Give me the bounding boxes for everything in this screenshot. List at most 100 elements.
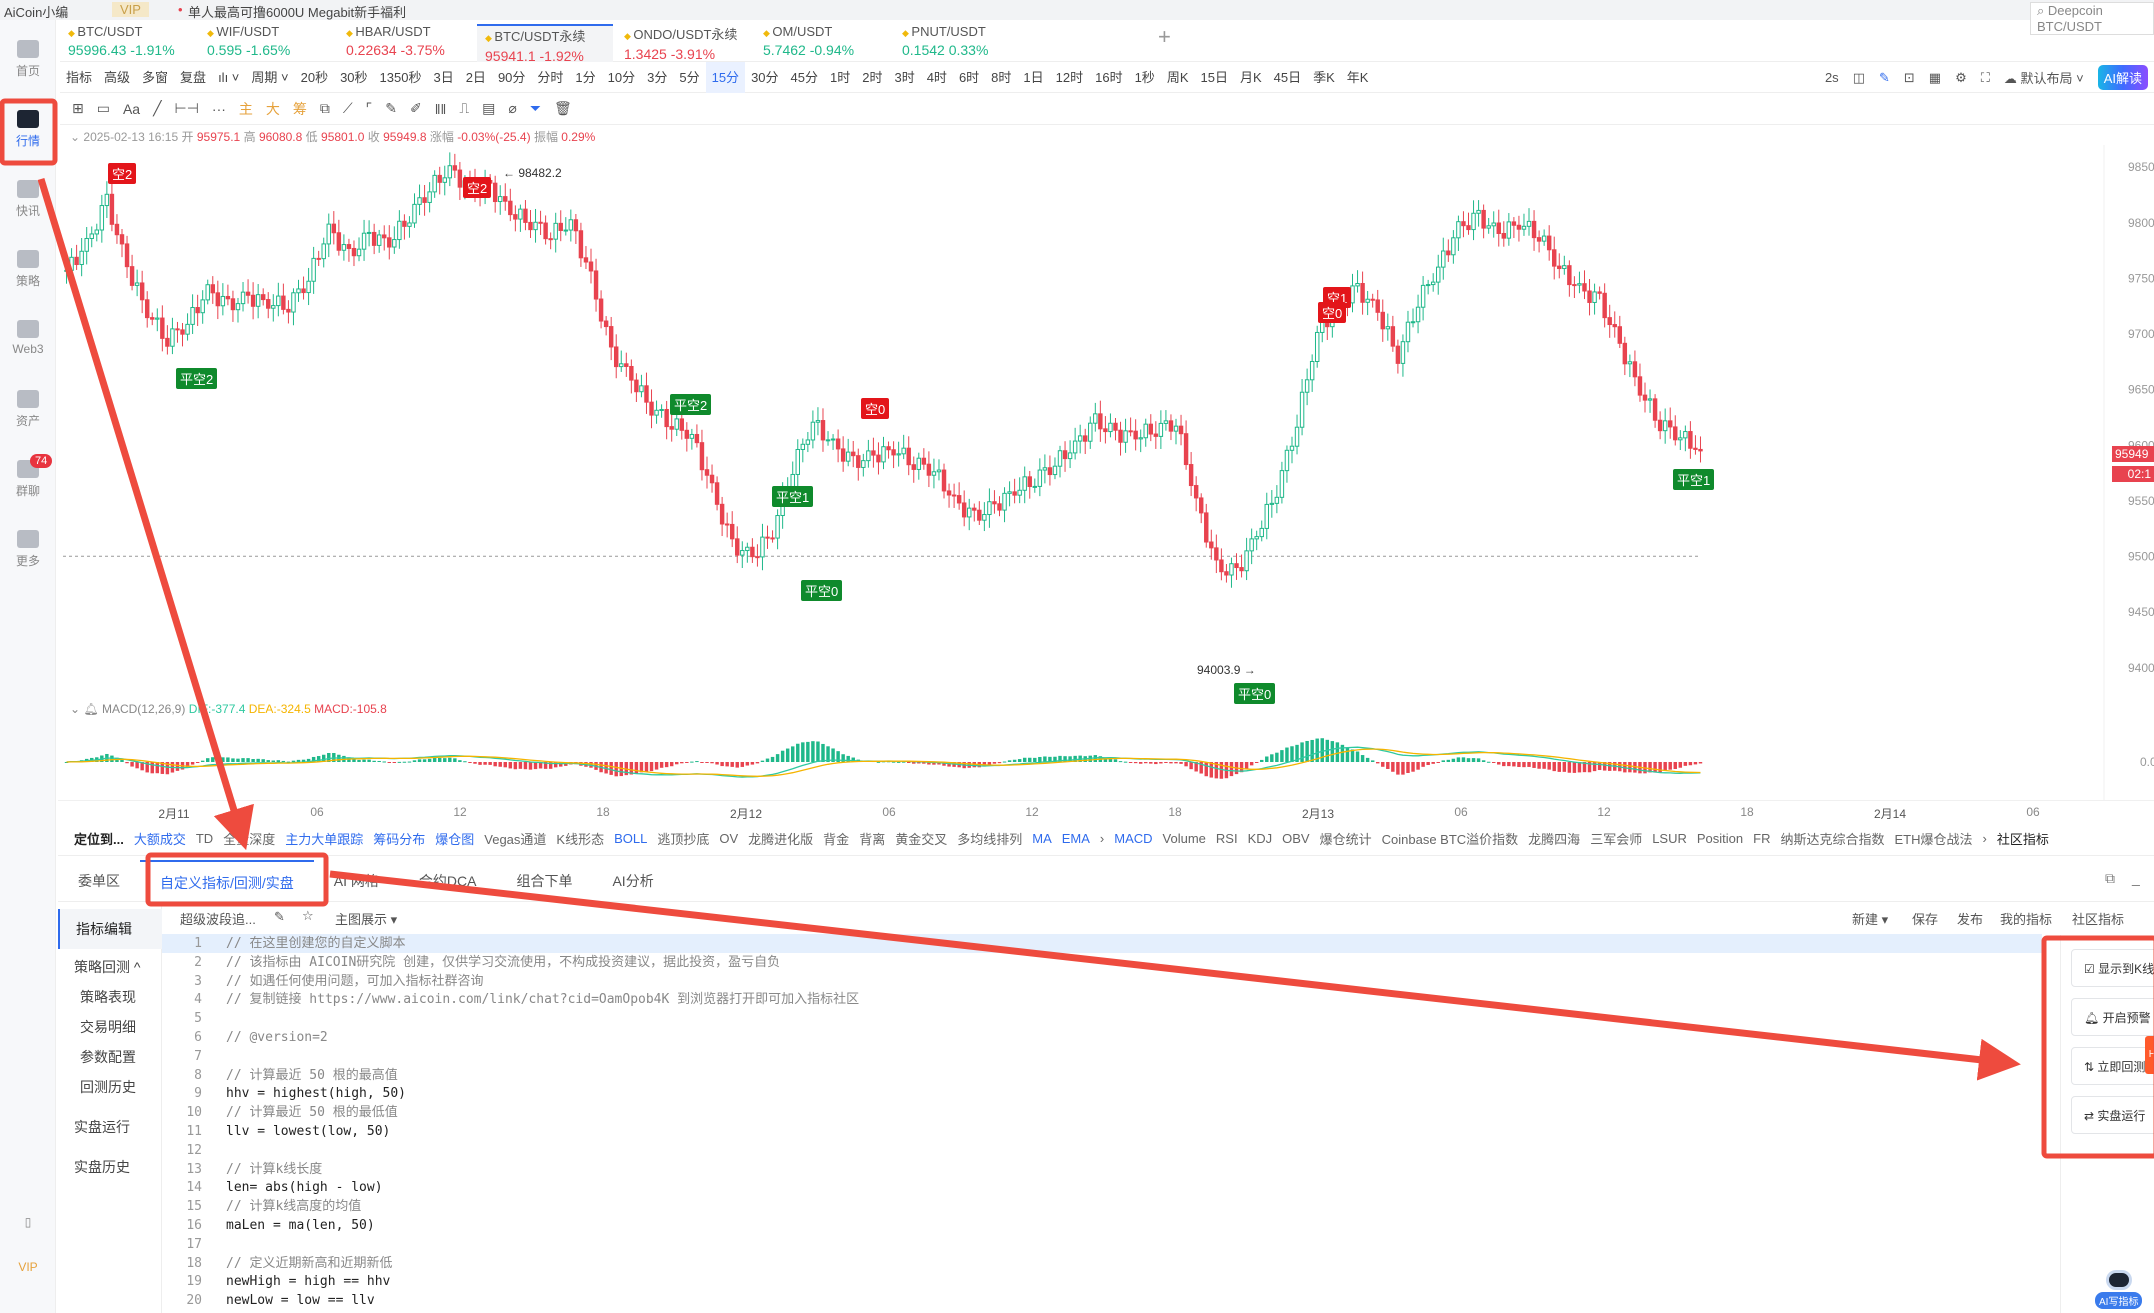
- drawing-tool-icon[interactable]: 筹: [293, 99, 307, 119]
- nav-backtest[interactable]: 策略回测 ^: [58, 957, 162, 977]
- period-option[interactable]: 1秒: [1129, 62, 1161, 93]
- sidebar-item-5[interactable]: 资产: [0, 390, 56, 429]
- ticker-tab[interactable]: PNUT/USDT 0.1542 0.33%: [894, 24, 1030, 62]
- indicator-chip[interactable]: 全量深度: [223, 829, 275, 848]
- ai-write-indicator-button[interactable]: AI写指标: [2095, 1270, 2143, 1309]
- period-option[interactable]: 周期 ˅: [245, 62, 294, 93]
- ticker-tab[interactable]: WIF/USDT 0.595 -1.65%: [199, 24, 335, 62]
- indicator-chip[interactable]: 纳斯达克综合指数: [1780, 829, 1884, 848]
- period-option[interactable]: 45分: [785, 62, 824, 93]
- period-option[interactable]: 高级: [98, 62, 136, 93]
- minimize-icon[interactable]: _: [2132, 870, 2140, 886]
- bottom-tab[interactable]: 自定义指标/回测/实盘: [140, 859, 314, 902]
- enable-alert-button[interactable]: 🔔︎ 开启预警: [2071, 998, 2154, 1036]
- add-window-icon[interactable]: ⊡: [1904, 70, 1915, 86]
- sidebar-item-0[interactable]: 首页: [0, 40, 56, 79]
- period-option[interactable]: 10分: [602, 62, 641, 93]
- indicator-chip[interactable]: ›: [1983, 831, 1987, 846]
- period-option[interactable]: 指标: [60, 62, 98, 93]
- period-option[interactable]: 分时: [531, 62, 569, 93]
- nav-live-run[interactable]: 实盘运行: [58, 1117, 162, 1137]
- indicator-chip[interactable]: ETH爆仓战法: [1895, 829, 1973, 848]
- ticker-tab[interactable]: BTC/USDT永续95941.1 -1.92%: [477, 24, 613, 64]
- bottom-tab[interactable]: 合约DCA: [399, 860, 497, 902]
- period-option[interactable]: 月K: [1234, 62, 1268, 93]
- drawing-tool-icon[interactable]: ⟋: [343, 100, 353, 117]
- drawing-tool-icon[interactable]: ╱: [153, 100, 161, 117]
- indicator-chip[interactable]: 主力大单跟踪: [285, 829, 363, 848]
- indicator-chip[interactable]: 筹码分布: [373, 829, 425, 848]
- period-option[interactable]: ılı ˅: [212, 62, 245, 93]
- ticker-tab[interactable]: HBAR/USDT 0.22634 -3.75%: [338, 24, 474, 62]
- phone-icon[interactable]: ▯: [0, 1215, 56, 1229]
- locate-button[interactable]: 定位到...: [74, 829, 124, 848]
- indicator-chip[interactable]: 黄金交叉: [895, 829, 947, 848]
- sidebar-item-2[interactable]: 快讯: [0, 180, 56, 219]
- period-option[interactable]: 1350秒: [374, 62, 428, 93]
- drawing-tool-icon[interactable]: ⊞: [72, 100, 84, 117]
- indicator-chip[interactable]: 背金: [823, 829, 849, 848]
- drawing-tool-icon[interactable]: Aa: [123, 101, 140, 117]
- view-select[interactable]: 主图展示 ▾: [335, 909, 397, 928]
- indicator-chip[interactable]: LSUR: [1652, 831, 1687, 846]
- indicator-chip[interactable]: BOLL: [614, 831, 647, 846]
- drawing-tool-icon[interactable]: ⊢⊣: [175, 100, 199, 117]
- bottom-tab[interactable]: AI分析: [592, 860, 673, 902]
- drawing-tool-icon[interactable]: 主: [239, 99, 253, 119]
- period-option[interactable]: 6时: [953, 62, 985, 93]
- edit-icon[interactable]: ✎: [274, 909, 285, 925]
- period-option[interactable]: 90分: [492, 62, 531, 93]
- indicator-chip[interactable]: RSI: [1216, 831, 1238, 846]
- period-option[interactable]: 3分: [641, 62, 673, 93]
- template-icon[interactable]: ▦: [1929, 70, 1941, 86]
- drawing-tool-icon[interactable]: 大: [266, 99, 280, 119]
- nav-live-history[interactable]: 实盘历史: [58, 1157, 162, 1177]
- period-option[interactable]: 16时: [1089, 62, 1128, 93]
- period-option[interactable]: 8时: [985, 62, 1017, 93]
- indicator-chip[interactable]: Coinbase BTC溢价指数: [1382, 829, 1519, 848]
- indicator-chip[interactable]: K线形态: [556, 829, 604, 848]
- period-option[interactable]: 1分: [569, 62, 601, 93]
- indicator-chip[interactable]: MACD: [1114, 831, 1152, 846]
- indicator-chip[interactable]: Volume: [1163, 831, 1206, 846]
- app-name[interactable]: AiCoin小编: [4, 2, 68, 21]
- indicator-chip[interactable]: MA: [1032, 831, 1052, 846]
- period-option[interactable]: 45日: [1268, 62, 1307, 93]
- ticker-tab[interactable]: ONDO/USDT永续 1.3425 -3.91%: [616, 24, 752, 62]
- nav-params[interactable]: 参数配置: [58, 1047, 162, 1067]
- drawing-tool-icon[interactable]: ‖‖: [435, 101, 447, 117]
- collapse-icon[interactable]: ⌄: [70, 702, 83, 716]
- save-button[interactable]: 保存: [1912, 909, 1938, 928]
- settings-icon[interactable]: ⚙: [1955, 70, 1967, 86]
- publish-button[interactable]: 发布: [1957, 909, 1983, 928]
- indicator-chip[interactable]: 三军会师: [1590, 829, 1642, 848]
- promo-link[interactable]: 单人最高可撸6000U Megabit新手福利: [188, 2, 406, 21]
- drawing-tool-icon[interactable]: ⧉: [320, 100, 330, 117]
- sidebar-item-3[interactable]: 策略: [0, 250, 56, 289]
- period-option[interactable]: 20秒: [295, 62, 334, 93]
- indicator-chip[interactable]: TD: [196, 831, 213, 846]
- nav-strategy-performance[interactable]: 策略表现: [58, 987, 162, 1007]
- period-option[interactable]: 2日: [460, 62, 492, 93]
- community-indicator-link[interactable]: 社区指标: [1997, 829, 2049, 848]
- indicator-chip[interactable]: EMA: [1062, 831, 1090, 846]
- fullscreen-icon[interactable]: ⛶: [1981, 70, 1990, 86]
- period-option[interactable]: 30分: [745, 62, 784, 93]
- drawing-tool-icon[interactable]: ⌜: [366, 100, 373, 117]
- indicator-chip[interactable]: 背离: [859, 829, 885, 848]
- indicator-chip[interactable]: Position: [1697, 831, 1743, 846]
- nav-backtest-history[interactable]: 回测历史: [58, 1077, 162, 1097]
- nav-trade-details[interactable]: 交易明细: [58, 1017, 162, 1037]
- bottom-tab[interactable]: 委单区: [58, 860, 140, 902]
- drawing-tool-icon[interactable]: ⎍: [459, 100, 469, 117]
- drawing-tool-icon[interactable]: ⏷: [530, 100, 541, 117]
- indicator-chip[interactable]: 逃顶抄底: [657, 829, 709, 848]
- period-option[interactable]: 复盘: [174, 62, 212, 93]
- vip-badge[interactable]: VIP: [112, 2, 149, 17]
- period-option[interactable]: 15日: [1194, 62, 1233, 93]
- period-option[interactable]: 多窗: [136, 62, 174, 93]
- collapse-icon[interactable]: ⌄: [70, 130, 83, 144]
- indicator-chip[interactable]: ›: [1100, 831, 1104, 846]
- script-name[interactable]: 超级波段追...: [180, 909, 256, 928]
- drawing-tool-icon[interactable]: ▤: [482, 100, 495, 117]
